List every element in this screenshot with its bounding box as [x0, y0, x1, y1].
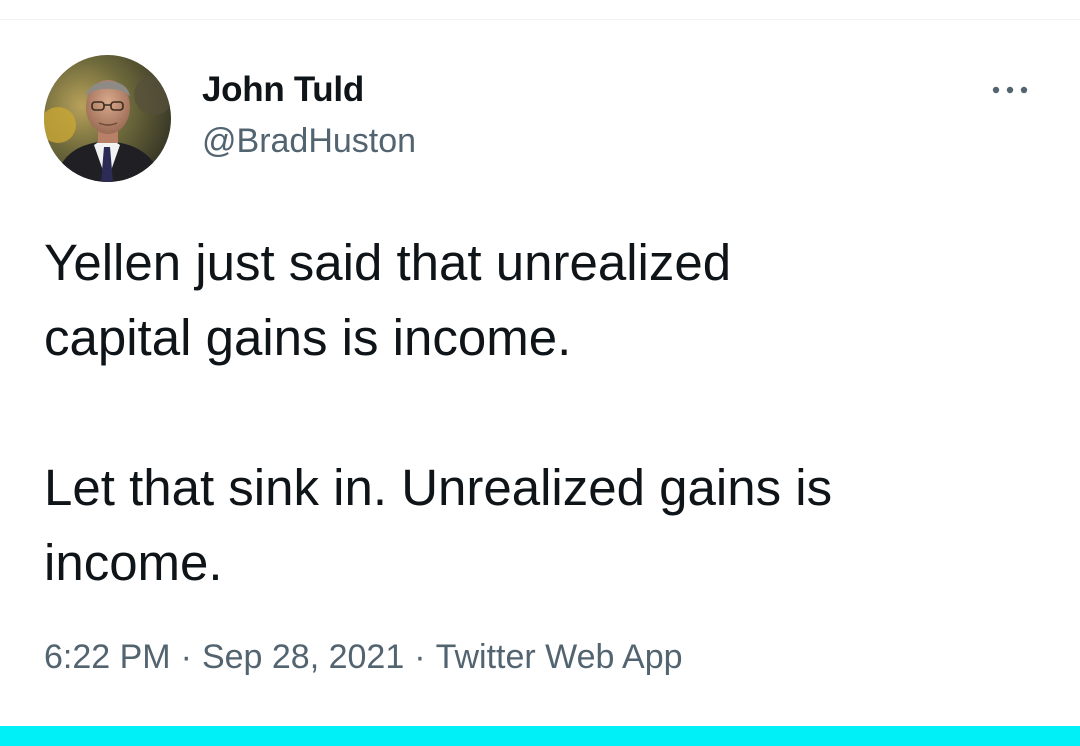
tweet-card: John Tuld @BradHuston Yellen just said t…	[0, 20, 1080, 726]
tweet-text-line: Let that sink in. Unrealized gains is	[44, 459, 833, 516]
avatar[interactable]	[44, 55, 171, 182]
tweet-text-line: income.	[44, 534, 223, 591]
author-handle[interactable]: @BradHuston	[202, 121, 416, 161]
bottom-accent-bar	[0, 726, 1080, 746]
tweet-text-line: Yellen just said that unrealized	[44, 234, 732, 291]
tweet-source-link[interactable]: Twitter Web App	[436, 638, 683, 676]
profile-photo	[44, 55, 171, 182]
more-options-button[interactable]	[988, 76, 1032, 104]
tweet-text-line: capital gains is income.	[44, 309, 572, 366]
tweet-text: Yellen just said that unrealized capital…	[44, 225, 1044, 600]
more-horizontal-icon	[992, 86, 1028, 94]
tweet-date-link[interactable]: Sep 28, 2021	[202, 638, 404, 676]
meta-separator: ·	[414, 638, 426, 676]
tweet-metadata: 6:22 PM · Sep 28, 2021 · Twitter Web App	[44, 637, 683, 677]
tweet-time-link[interactable]: 6:22 PM	[44, 638, 171, 676]
author-display-name[interactable]: John Tuld	[202, 70, 364, 110]
meta-separator: ·	[180, 638, 192, 676]
